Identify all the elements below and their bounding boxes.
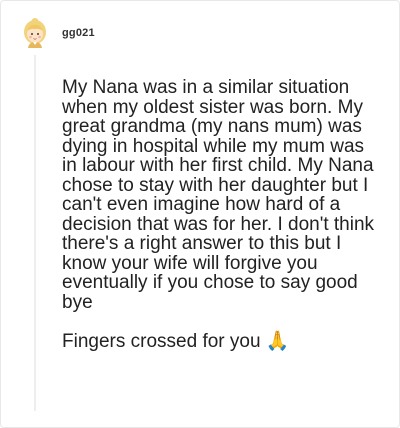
praying-hands-icon: 🙏	[265, 329, 290, 352]
comment-paragraph-2: Fingers crossed for you	[62, 330, 261, 352]
thread-line	[34, 55, 36, 411]
comment-text: My Nana was in a similar situation when …	[62, 78, 382, 351]
user-avatar-icon[interactable]	[22, 18, 48, 48]
comment-card: gg021 My Nana was in a similar situation…	[0, 0, 400, 428]
comment-paragraph-1: My Nana was in a similar situation when …	[62, 77, 380, 313]
username[interactable]: gg021	[62, 27, 95, 39]
